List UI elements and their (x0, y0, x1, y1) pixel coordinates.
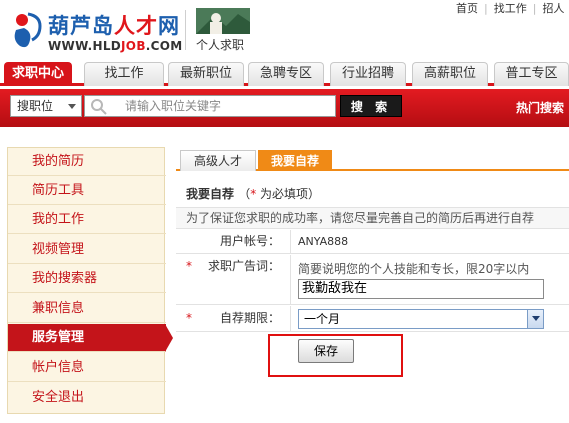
sidebar-item-part-time[interactable]: 兼职信息 (8, 295, 166, 323)
nav-tab-urgent[interactable]: 急聘专区 (248, 62, 324, 86)
form-row-account: 用户帐号： ANYA888 (176, 230, 569, 254)
search-type-value: 搜职位 (17, 99, 54, 113)
search-type-select[interactable]: 搜职位 (10, 95, 82, 117)
form-row-ad-text: * 求职广告词： 简要说明您的个人技能和专长，限20字以内 我勤敌我在 (176, 255, 569, 305)
hot-search-label[interactable]: 热门搜索 (516, 99, 564, 116)
period-select-value: 一个月 (304, 312, 341, 326)
sidebar-item-my-resume[interactable]: 我的简历 (8, 148, 166, 176)
personal-job-logo: 个人求职 (196, 8, 250, 52)
account-value: ANYA888 (298, 235, 349, 248)
search-button[interactable]: 搜 索 (340, 95, 402, 117)
header-divider (185, 10, 186, 50)
job-seeker-photo-icon (196, 8, 250, 34)
required-note: （* 为必填项） (238, 187, 321, 201)
section-title-text: 我要自荐 (186, 187, 235, 201)
required-star: * (186, 311, 192, 325)
nav-tab-general-workers[interactable]: 普工专区 (494, 62, 569, 86)
select-dropdown-button[interactable] (527, 310, 543, 328)
account-label: 用户帐号： (176, 230, 291, 253)
search-bar: 搜职位 请输入职位关键字 搜 索 热门搜索 (0, 89, 569, 127)
tab-senior-talent[interactable]: 高级人才 (180, 150, 256, 171)
sidebar-item-search-agent[interactable]: 我的搜索器 (8, 265, 166, 293)
hint-text: 为了保证您求职的成功率，请您尽量完善自己的简历后再进行自荐 (176, 207, 569, 229)
sidebar-menu: 我的简历 简历工具 我的工作 视频管理 我的搜索器 兼职信息 服务管理 帐户信息… (7, 147, 166, 414)
nav-tab-latest-jobs[interactable]: 最新职位 (168, 62, 244, 86)
logo-domain-text: WWW.HLDJOB.COM (48, 39, 183, 53)
sidebar-item-account[interactable]: 帐户信息 (8, 354, 166, 382)
sidebar-item-video[interactable]: 视频管理 (8, 236, 166, 264)
top-link-find-job[interactable]: 找工作 (488, 0, 533, 16)
top-links: 首页 | 找工作 | 招人 (450, 0, 569, 16)
section-title: 我要自荐 （* 为必填项） (186, 185, 320, 202)
nav-tab-high-salary[interactable]: 高薪职位 (412, 62, 488, 86)
content-tabs: 高级人才 我要自荐 (176, 147, 569, 171)
top-link-recruit[interactable]: 招人 (536, 0, 569, 16)
top-link-home[interactable]: 首页 (450, 0, 484, 16)
chevron-down-icon (68, 104, 76, 109)
sidebar-item-my-work[interactable]: 我的工作 (8, 206, 166, 234)
period-label: * 自荐期限： (176, 306, 291, 331)
ad-text-label: * 求职广告词： (176, 255, 291, 304)
sidebar-item-service[interactable]: 服务管理 (8, 324, 166, 352)
gourd-logo-icon (14, 12, 42, 48)
form-row-period: * 自荐期限： 一个月 (176, 306, 569, 332)
period-select[interactable]: 一个月 (298, 309, 544, 329)
nav-tab-find-job[interactable]: 找工作 (84, 62, 164, 86)
site-logo[interactable]: 葫芦岛人才网 WWW.HLDJOB.COM (8, 6, 184, 56)
main-content: 高级人才 我要自荐 我要自荐 （* 为必填项） 为了保证您求职的成功率，请您尽量… (176, 147, 569, 423)
search-icon (91, 99, 107, 115)
logo-chinese-text: 葫芦岛人才网 (48, 14, 180, 38)
ad-text-hint: 简要说明您的个人技能和专长，限20字以内 (298, 262, 530, 276)
save-button[interactable]: 保存 (298, 339, 354, 363)
site-header: 葫芦岛人才网 WWW.HLDJOB.COM 个人求职 首页 | 找工作 | 招人 (0, 0, 569, 62)
main-nav: 求职中心 找工作 最新职位 急聘专区 行业招聘 高薪职位 普工专区 (0, 62, 569, 86)
ad-text-field[interactable]: 我勤敌我在 (298, 279, 544, 299)
search-input[interactable]: 请输入职位关键字 (84, 95, 336, 117)
required-star: * (186, 259, 192, 273)
sidebar-item-logout[interactable]: 安全退出 (8, 384, 166, 412)
chevron-down-icon (532, 316, 540, 321)
nav-tab-job-center[interactable]: 求职中心 (4, 62, 72, 86)
nav-tab-industry[interactable]: 行业招聘 (330, 62, 406, 86)
tab-self-recommend[interactable]: 我要自荐 (258, 150, 332, 171)
active-item-arrow-icon (165, 324, 173, 352)
sub-logo-label: 个人求职 (196, 38, 245, 52)
sidebar-item-resume-tools[interactable]: 简历工具 (8, 177, 166, 205)
